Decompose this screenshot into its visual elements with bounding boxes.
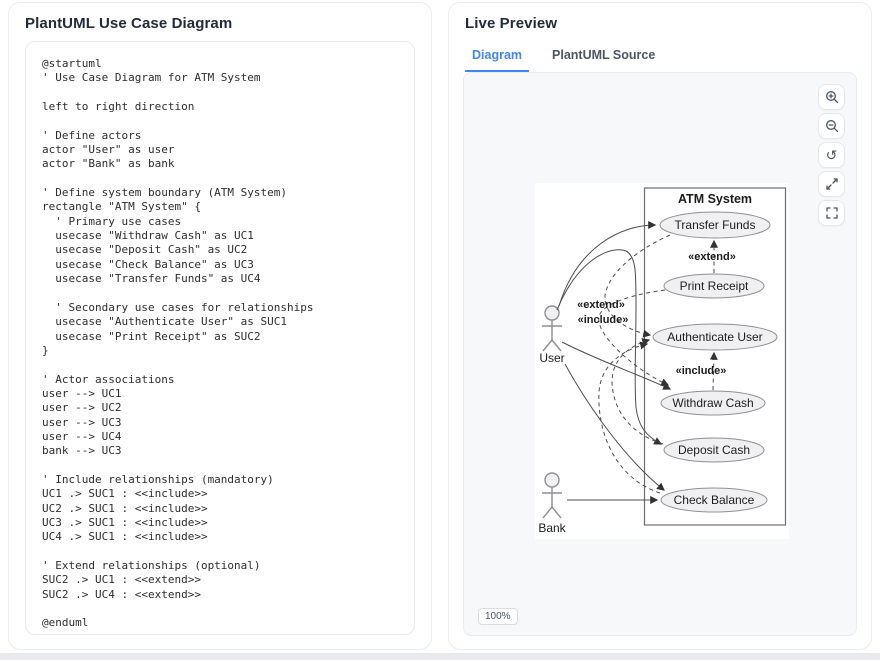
usecase-print-receipt: Print Receipt [664, 274, 764, 298]
svg-text:Check Balance: Check Balance [674, 493, 755, 507]
edge-user-transfer-funds [559, 225, 655, 306]
preview-toolbar: ↺ [818, 84, 845, 226]
plantuml-code-box[interactable]: @startuml ' Use Case Diagram for ATM Sys… [25, 41, 415, 635]
svg-text:Deposit Cash: Deposit Cash [678, 443, 750, 457]
preview-panel: Live Preview Diagram PlantUML Source ↺ [448, 2, 872, 650]
actor-user: User [539, 306, 564, 365]
zoom-in-button[interactable] [818, 84, 845, 110]
usecase-transfer-funds: Transfer Funds [660, 212, 770, 238]
fullscreen-button[interactable] [818, 200, 845, 226]
svg-text:Withdraw Cash: Withdraw Cash [672, 396, 753, 410]
label-include-left: «include» [578, 314, 629, 326]
zoom-out-icon [825, 119, 839, 133]
svg-text:Bank: Bank [538, 521, 566, 535]
usecase-authenticate-user: Authenticate User [653, 324, 777, 350]
page: { "left_panel": { "title": "PlantUML Use… [0, 0, 880, 660]
svg-text:Print Receipt: Print Receipt [680, 279, 749, 293]
system-boundary-rect [645, 188, 786, 525]
expand-button[interactable] [818, 171, 845, 197]
system-boundary-title: ATM System [678, 192, 752, 206]
source-panel: PlantUML Use Case Diagram @startuml ' Us… [8, 2, 432, 650]
preview-panel-title: Live Preview [465, 15, 855, 32]
label-include-bottom: «include» [676, 365, 727, 377]
page-bottom-strip [0, 653, 880, 660]
actor-bank: Bank [538, 473, 566, 535]
preview-tabs: Diagram PlantUML Source [465, 45, 855, 72]
usecase-withdraw-cash: Withdraw Cash [661, 391, 765, 415]
zoom-in-icon [825, 90, 839, 104]
fullscreen-icon [825, 206, 839, 220]
usecase-check-balance: Check Balance [661, 488, 767, 512]
usecase-diagram: ATM System Transfer Funds Print Receipt … [535, 183, 789, 539]
plantuml-code: @startuml ' Use Case Diagram for ATM Sys… [42, 57, 398, 631]
label-extend-top: «extend» [688, 251, 736, 263]
diagram-canvas: ATM System Transfer Funds Print Receipt … [535, 183, 789, 539]
svg-text:Authenticate User: Authenticate User [667, 330, 762, 344]
svg-text:User: User [539, 351, 564, 365]
usecase-deposit-cash: Deposit Cash [664, 438, 764, 462]
reset-view-button[interactable]: ↺ [818, 142, 845, 168]
tab-diagram[interactable]: Diagram [465, 45, 529, 72]
source-panel-title: PlantUML Use Case Diagram [25, 15, 415, 32]
diagram-preview-area[interactable]: ↺ [463, 72, 857, 636]
tab-plantuml-source[interactable]: PlantUML Source [545, 45, 662, 72]
zoom-level-badge: 100% [478, 608, 518, 625]
reset-view-icon: ↺ [826, 148, 838, 162]
zoom-out-button[interactable] [818, 113, 845, 139]
svg-text:Transfer Funds: Transfer Funds [675, 218, 756, 232]
label-extend-left: «extend» [577, 299, 625, 311]
expand-icon [825, 177, 839, 191]
